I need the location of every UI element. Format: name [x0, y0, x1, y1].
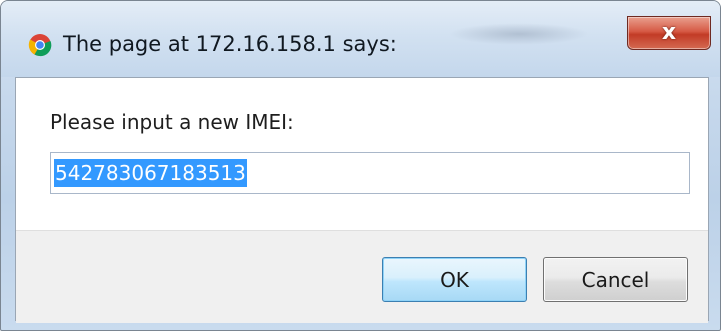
- imei-input-value: 542783067183513: [54, 159, 247, 187]
- cancel-button[interactable]: Cancel: [543, 257, 688, 302]
- title-bar[interactable]: The page at 172.16.158.1 says: x: [1, 1, 720, 77]
- prompt-dialog-window: The page at 172.16.158.1 says: x Please …: [0, 0, 721, 331]
- ok-button[interactable]: OK: [382, 257, 527, 302]
- dialog-title: The page at 172.16.158.1 says:: [63, 32, 397, 56]
- imei-input[interactable]: 542783067183513: [50, 152, 690, 194]
- title-bar-blur: [449, 23, 589, 45]
- prompt-label: Please input a new IMEI:: [50, 110, 294, 134]
- close-icon: x: [661, 20, 677, 45]
- dialog-content: Please input a new IMEI: 542783067183513…: [15, 77, 709, 323]
- close-button[interactable]: x: [627, 16, 711, 50]
- chrome-icon: [28, 33, 52, 57]
